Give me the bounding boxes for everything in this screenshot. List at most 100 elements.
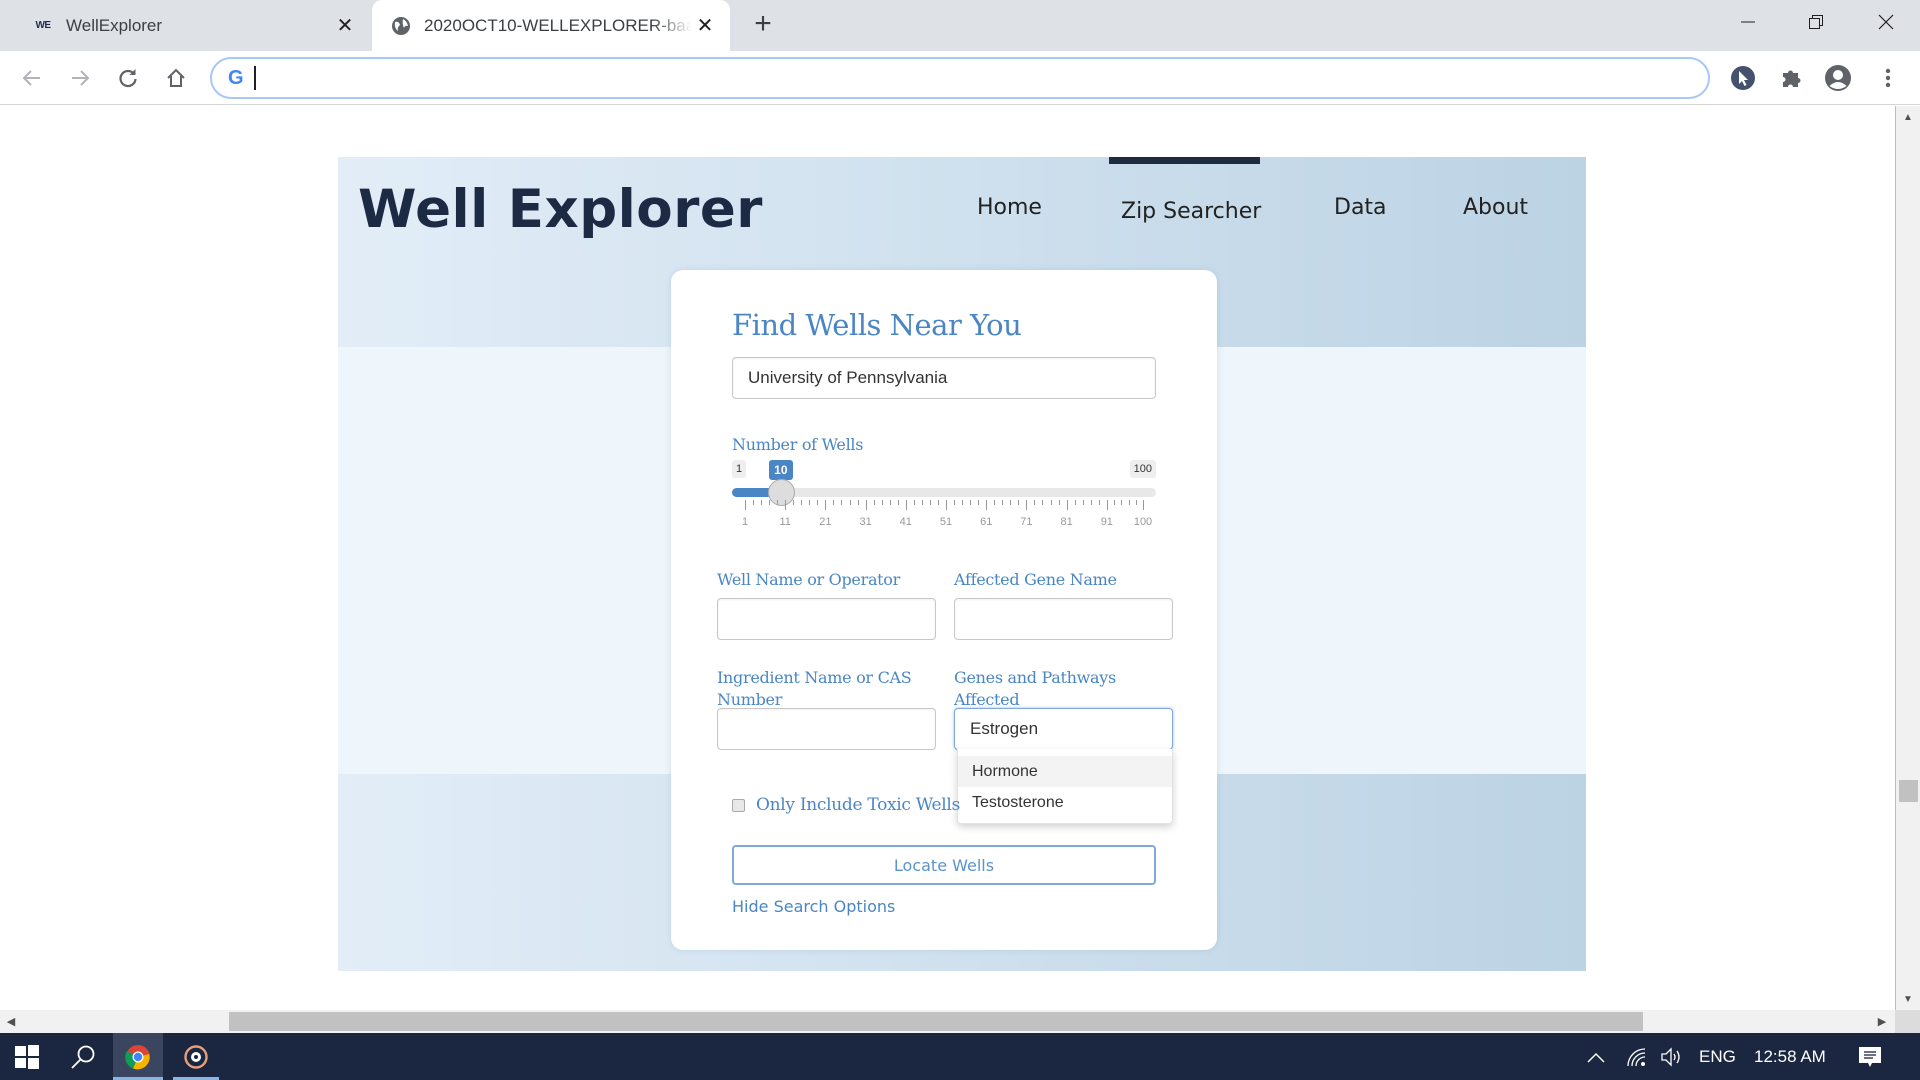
toxic-wells-checkbox[interactable]: [732, 799, 745, 812]
taskbar-media-app[interactable]: [173, 1033, 219, 1080]
number-of-wells-slider[interactable]: 1 10 100 1 11 21 31 41 51 61 71 81 91 100: [732, 460, 1156, 540]
slider-major-tick: [986, 500, 988, 510]
slider-major-tick: [865, 500, 867, 510]
slider-minor-tick: [897, 500, 899, 505]
close-icon: [1878, 14, 1894, 30]
suggestion-testosterone[interactable]: Testosterone: [958, 787, 1172, 818]
vertical-scroll-thumb[interactable]: [1899, 780, 1918, 802]
tab-wellexplorer[interactable]: WE WellExplorer ✕: [0, 0, 370, 51]
hide-search-options-link[interactable]: Hide Search Options: [732, 897, 895, 916]
restore-button[interactable]: [1788, 0, 1844, 44]
slider-minor-tick: [970, 500, 972, 505]
horizontal-scroll-thumb[interactable]: [229, 1012, 1643, 1031]
slider-minor-tick: [962, 500, 964, 505]
suggestion-hormone[interactable]: Hormone: [958, 756, 1172, 787]
slider-major-tick: [1066, 500, 1068, 510]
slider-tick-label: 61: [980, 516, 993, 528]
slider-track[interactable]: [732, 488, 1156, 497]
gene-name-label: Affected Gene Name: [954, 570, 1117, 589]
well-name-input[interactable]: [717, 598, 936, 640]
extension-button[interactable]: [1728, 63, 1758, 93]
slider-tick-label: 31: [859, 516, 872, 528]
search-button[interactable]: [58, 1033, 108, 1080]
address-bar[interactable]: G: [210, 57, 1710, 99]
slider-major-tick: [745, 500, 746, 510]
taskbar-clock[interactable]: 12:58 AM: [1754, 1033, 1826, 1080]
slider-minor-tick: [937, 500, 939, 505]
scroll-left-icon[interactable]: ◀: [0, 1010, 22, 1033]
hero-section: Well Explorer Home Zip Searcher Data Abo…: [338, 157, 1586, 971]
slider-min-label: 1: [732, 460, 747, 478]
site-logo[interactable]: Well Explorer: [358, 179, 763, 240]
vertical-scrollbar[interactable]: ▲ ▼: [1895, 106, 1920, 1010]
forward-arrow-icon: [72, 70, 90, 86]
search-icon: [71, 1045, 95, 1069]
nav-zip-searcher[interactable]: Zip Searcher: [1121, 199, 1261, 224]
show-hidden-icons[interactable]: [1586, 1033, 1606, 1080]
toxic-wells-label[interactable]: Only Include Toxic Wells: [756, 794, 960, 816]
back-button[interactable]: [17, 63, 47, 93]
slider-major-tick: [785, 500, 787, 510]
close-tab-icon[interactable]: ✕: [332, 13, 358, 39]
input-language[interactable]: ENG: [1699, 1033, 1736, 1080]
network-status[interactable]: [1626, 1033, 1648, 1080]
minimize-button[interactable]: [1720, 0, 1776, 44]
slider-minor-tick: [753, 500, 755, 505]
start-button[interactable]: [0, 1033, 54, 1080]
slider-minor-tick: [978, 500, 980, 505]
slider-minor-tick: [817, 500, 819, 505]
nav-about[interactable]: About: [1463, 195, 1528, 220]
slider-minor-tick: [954, 500, 956, 505]
slider-minor-tick: [1018, 500, 1020, 505]
location-input[interactable]: [732, 357, 1156, 399]
minimize-icon: [1741, 21, 1755, 23]
forward-button[interactable]: [65, 63, 95, 93]
action-center-button[interactable]: [1858, 1033, 1882, 1080]
slider-minor-tick: [1135, 500, 1137, 505]
tab-title: WellExplorer: [66, 15, 163, 35]
close-tab-icon[interactable]: ✕: [692, 13, 718, 39]
reload-button[interactable]: [113, 63, 143, 93]
slider-max-label: 100: [1129, 460, 1156, 478]
slider-tick-label: 71: [1020, 516, 1033, 528]
slider-minor-tick: [1034, 500, 1036, 505]
scroll-up-icon[interactable]: ▲: [1896, 108, 1920, 126]
slider-major-tick: [946, 500, 947, 510]
slider-tick-label: 91: [1100, 516, 1113, 528]
page-viewport: Well Explorer Home Zip Searcher Data Abo…: [0, 106, 1895, 1010]
search-card: Find Wells Near You Number of Wells 1 10…: [671, 270, 1217, 950]
profile-button[interactable]: [1823, 63, 1853, 93]
slider-minor-tick: [1114, 500, 1116, 505]
address-input[interactable]: [253, 66, 1708, 90]
scroll-right-icon[interactable]: ▶: [1871, 1010, 1893, 1033]
taskbar-chrome[interactable]: [113, 1033, 163, 1080]
slider-minor-tick: [1121, 500, 1123, 505]
slider-tick-label: 1: [741, 516, 749, 528]
volume-control[interactable]: [1660, 1033, 1684, 1080]
slider-minor-tick: [1010, 500, 1012, 505]
scroll-down-icon[interactable]: ▼: [1896, 990, 1920, 1008]
close-window-button[interactable]: [1858, 0, 1914, 44]
slider-minor-tick: [1058, 500, 1060, 505]
extensions-button[interactable]: [1776, 63, 1806, 93]
slider-handle[interactable]: [768, 479, 796, 506]
slider-minor-tick: [881, 500, 883, 505]
slider-minor-tick: [929, 500, 931, 505]
home-button[interactable]: [161, 63, 191, 93]
cursor-extension-icon: [1731, 66, 1755, 90]
horizontal-scrollbar[interactable]: ◀ ▶: [0, 1010, 1895, 1033]
pathways-input[interactable]: [954, 708, 1173, 750]
gene-name-input[interactable]: [954, 598, 1173, 640]
slider-minor-tick: [849, 500, 851, 505]
restore-icon: [1809, 15, 1823, 29]
menu-button[interactable]: [1873, 63, 1903, 93]
slider-tick-label: 51: [939, 516, 953, 528]
nav-home[interactable]: Home: [977, 195, 1042, 220]
ingredient-input[interactable]: [717, 708, 936, 750]
back-arrow-icon: [22, 70, 40, 86]
new-tab-button[interactable]: +: [748, 9, 778, 40]
nav-data[interactable]: Data: [1334, 195, 1387, 220]
tab-wellexplorer-file[interactable]: 2020OCT10-WELLEXPLORER-baa ✕: [372, 0, 730, 51]
ingredient-label-line-1: Ingredient Name or CAS: [717, 668, 912, 687]
locate-wells-button[interactable]: Locate Wells: [732, 845, 1156, 885]
